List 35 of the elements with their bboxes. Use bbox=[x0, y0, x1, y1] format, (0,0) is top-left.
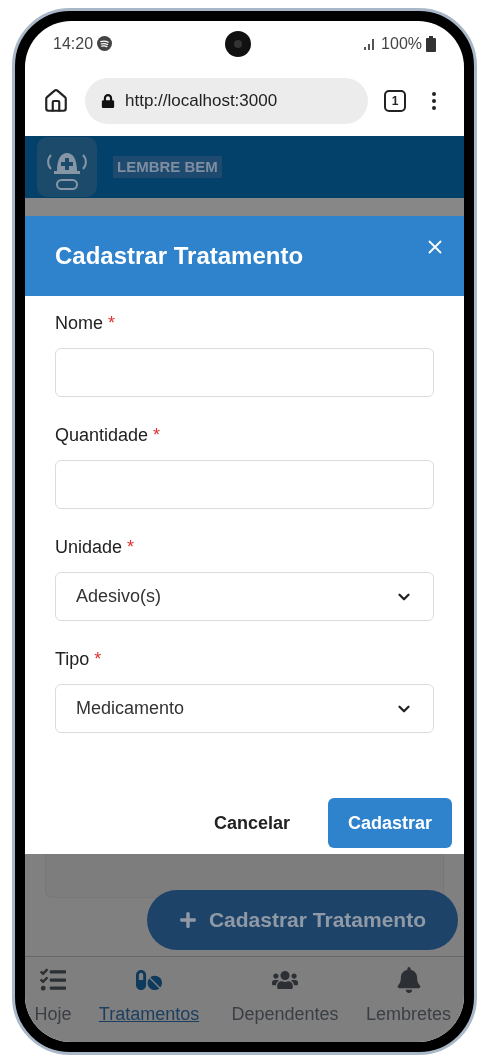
field-label: Nome bbox=[55, 312, 103, 335]
select-field[interactable]: Medicamento bbox=[55, 684, 434, 733]
text-field[interactable] bbox=[55, 460, 434, 509]
bell-icon bbox=[395, 967, 422, 993]
text-field[interactable] bbox=[55, 348, 434, 397]
home-icon[interactable] bbox=[43, 88, 69, 114]
required-marker: * bbox=[153, 424, 161, 447]
music-app-icon bbox=[97, 36, 113, 51]
field-label: Unidade bbox=[55, 536, 123, 559]
app-title: LEMBRE BEM bbox=[113, 155, 222, 179]
cancel-button[interactable]: Cancelar bbox=[211, 798, 292, 848]
select-field[interactable]: Adesivo(s) bbox=[55, 572, 434, 621]
nav-tab[interactable]: Hoje bbox=[25, 967, 81, 1028]
camera-icon bbox=[224, 30, 251, 57]
address-bar[interactable]: http://localhost:3000 bbox=[85, 78, 368, 124]
status-time: 14:20 bbox=[53, 33, 94, 54]
field-label: Tipo bbox=[55, 648, 90, 671]
battery-percent: 100% bbox=[381, 33, 422, 54]
pills-icon bbox=[136, 967, 162, 993]
battery-icon bbox=[426, 35, 436, 52]
nav-tab[interactable]: Dependentes bbox=[217, 967, 353, 1028]
required-marker: * bbox=[127, 536, 135, 559]
lock-icon bbox=[101, 94, 115, 108]
add-treatment-button[interactable]: Cadastrar Tratamento bbox=[146, 890, 458, 950]
checklist-icon bbox=[40, 967, 66, 993]
field-label: Quantidade bbox=[55, 424, 149, 447]
required-marker: * bbox=[94, 648, 102, 671]
required-marker: * bbox=[108, 312, 116, 335]
plus-icon bbox=[178, 911, 197, 929]
submit-button[interactable]: Cadastrar bbox=[327, 798, 452, 848]
tab-count[interactable]: 1 bbox=[384, 90, 406, 112]
nav-tab[interactable]: Lembretes bbox=[353, 967, 464, 1028]
bell-pill-logo bbox=[37, 137, 97, 197]
nav-tab[interactable]: Tratamentos bbox=[81, 967, 217, 1028]
dialog-title: Cadastrar Tratamento bbox=[55, 241, 304, 271]
